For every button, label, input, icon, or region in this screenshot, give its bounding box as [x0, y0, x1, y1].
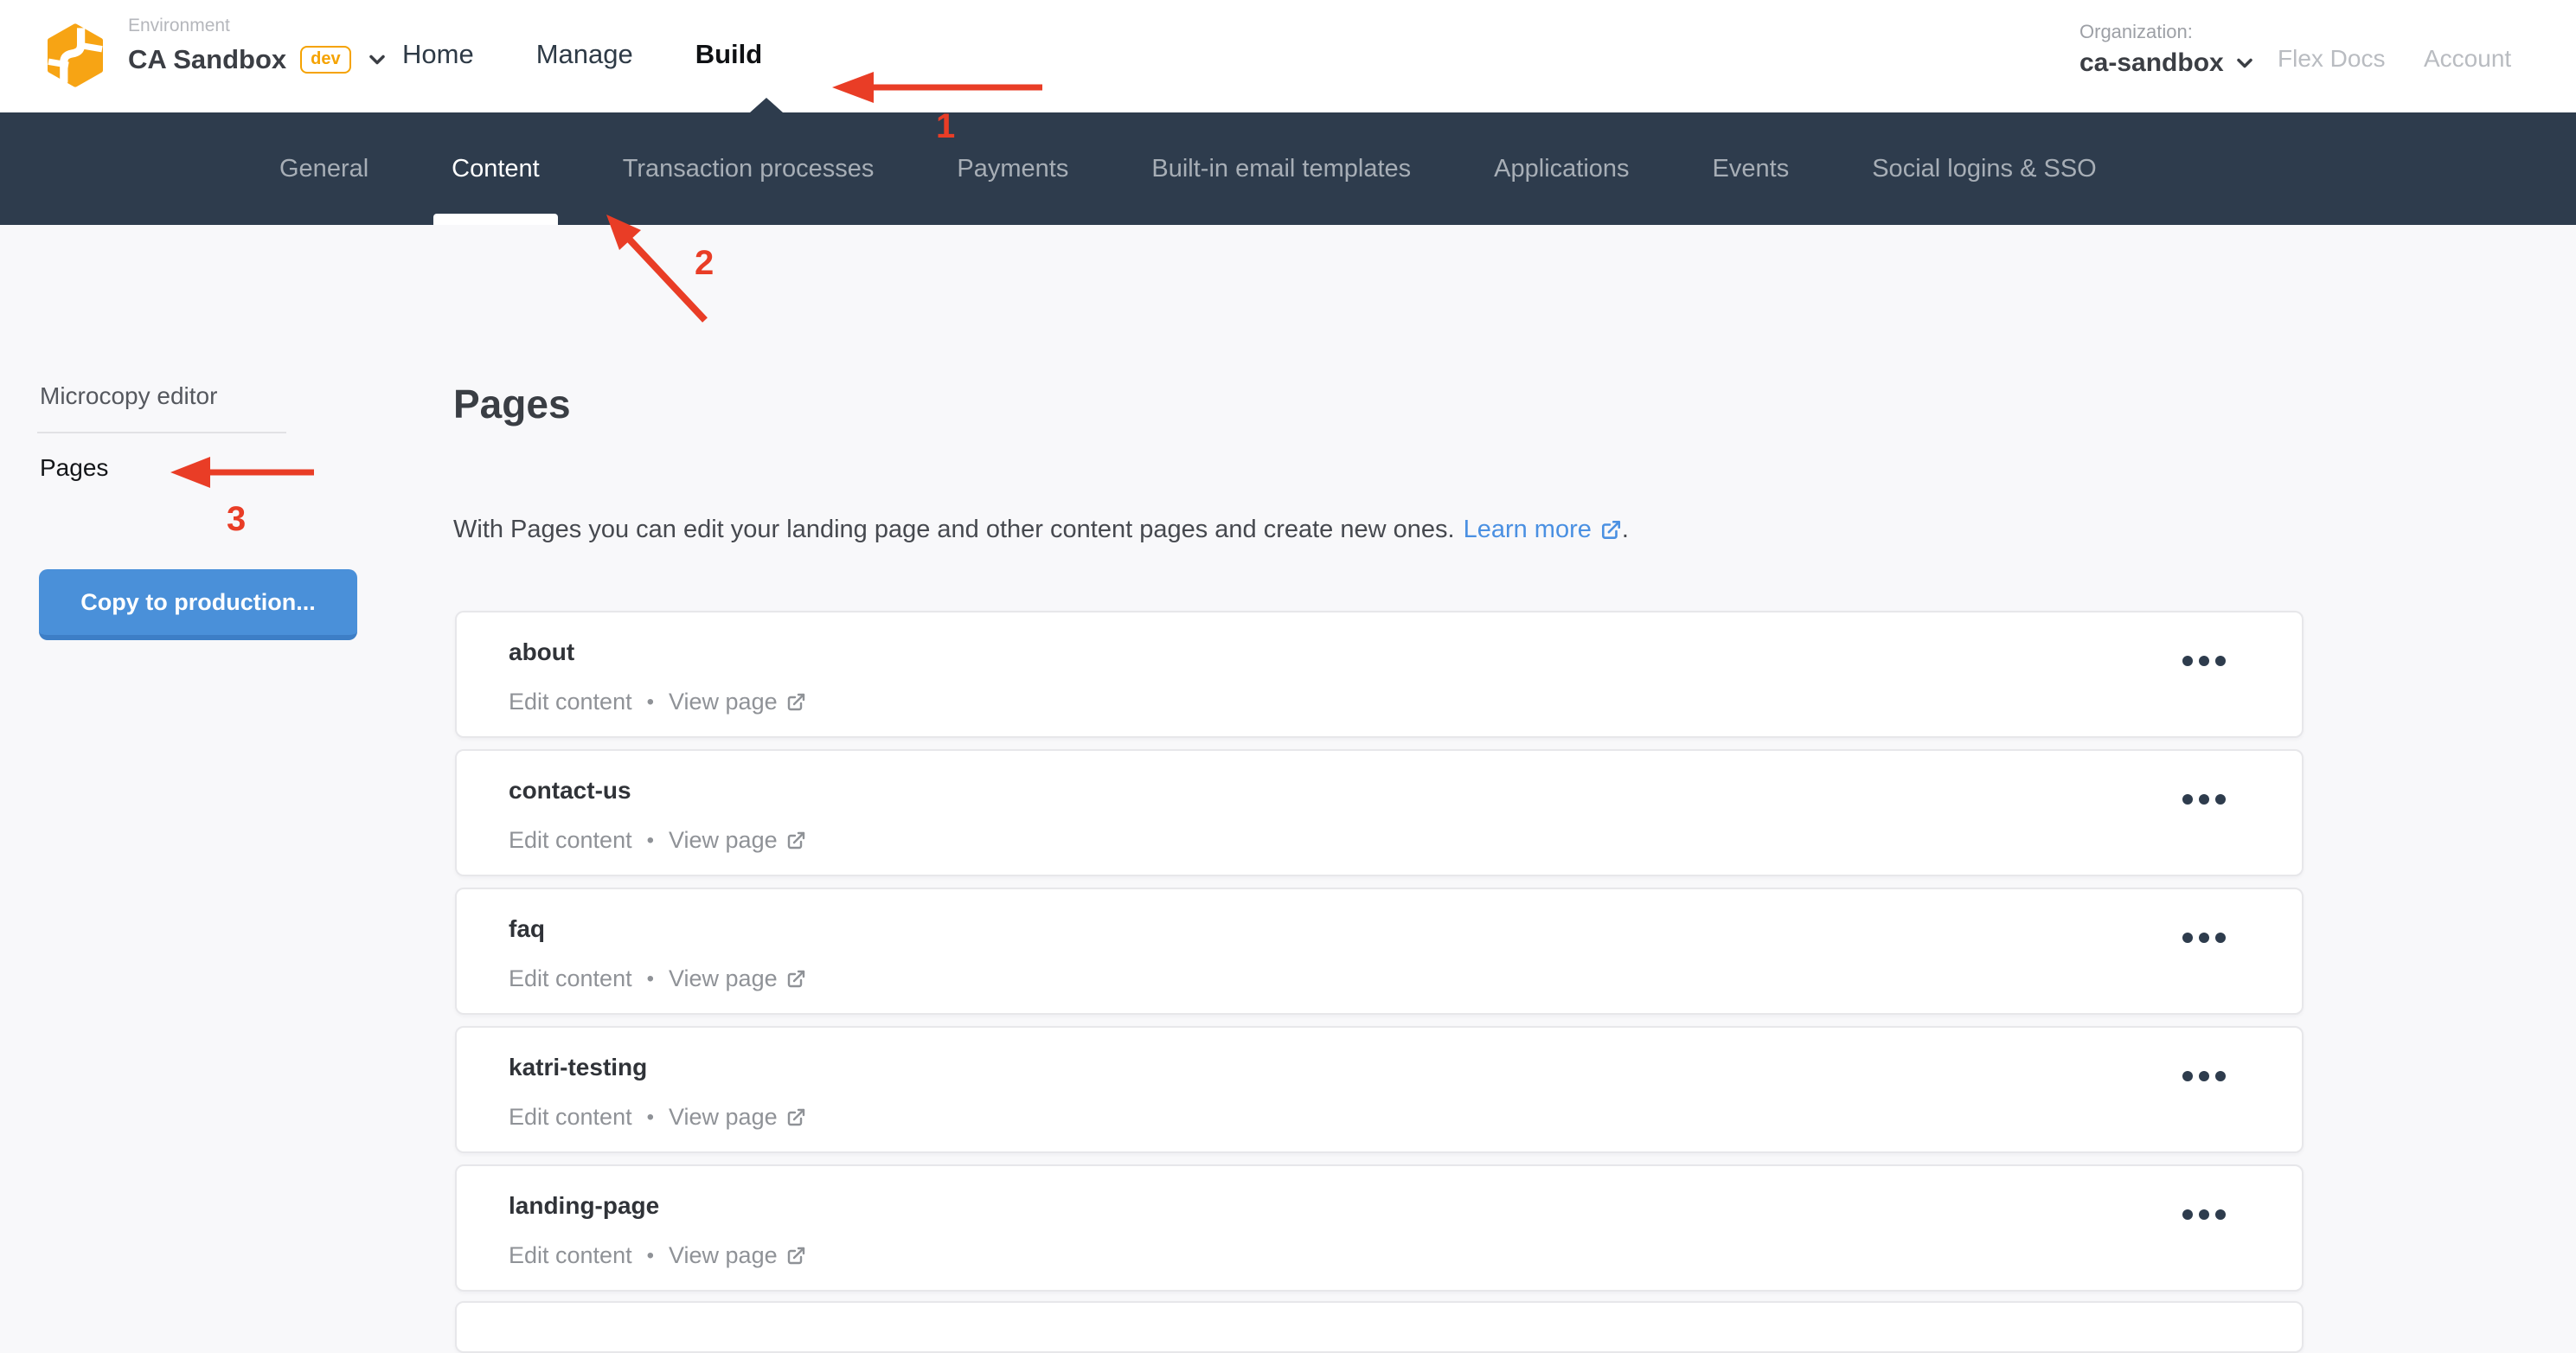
tab-content[interactable]: Content [452, 112, 540, 225]
page-card-partial [455, 1301, 2304, 1353]
view-page-link[interactable]: View page [669, 689, 806, 715]
page-name: katri-testing [509, 1054, 647, 1081]
top-header: Environment CA Sandbox dev Home Manage B… [0, 0, 2576, 112]
external-link-icon [785, 830, 806, 851]
organization-name: ca-sandbox [2079, 48, 2224, 78]
tab-events[interactable]: Events [1713, 112, 1790, 225]
page-card-contact-us: contact-us Edit content • View page [455, 749, 2304, 876]
link-separator: • [647, 690, 654, 715]
view-page-link[interactable]: View page [669, 827, 806, 854]
edit-content-link[interactable]: Edit content [509, 689, 632, 715]
link-separator: • [647, 967, 654, 991]
sharetribe-logo-icon [47, 22, 104, 88]
page-description: With Pages you can edit your landing pag… [453, 516, 1629, 544]
tab-general[interactable]: General [279, 112, 368, 225]
ellipsis-icon [2182, 933, 2193, 943]
view-page-link[interactable]: View page [669, 1104, 806, 1131]
edit-content-link[interactable]: Edit content [509, 1242, 632, 1269]
environment-label: Environment [128, 16, 389, 36]
organization-selector[interactable]: Organization: ca-sandbox [2079, 21, 2257, 78]
view-page-link[interactable]: View page [669, 965, 806, 992]
primary-nav: Home Manage Build [402, 0, 762, 109]
external-link-icon [1599, 519, 1622, 542]
tab-applications[interactable]: Applications [1494, 112, 1629, 225]
console-page: Environment CA Sandbox dev Home Manage B… [0, 0, 2576, 1305]
page-title: Pages [453, 381, 571, 427]
pages-list: about Edit content • View page contact-u… [455, 611, 2304, 1292]
tab-built-in-email-templates[interactable]: Built-in email templates [1151, 112, 1411, 225]
link-separator: • [647, 1244, 654, 1268]
copy-to-production-button[interactable]: Copy to production... [39, 569, 357, 640]
page-card-katri-testing: katri-testing Edit content • View page [455, 1026, 2304, 1153]
sidebar-divider [37, 432, 286, 433]
link-separator: • [647, 1106, 654, 1130]
card-menu-button[interactable] [2177, 789, 2231, 810]
card-menu-button[interactable] [2177, 1066, 2231, 1087]
card-menu-button[interactable] [2177, 927, 2231, 948]
chevron-down-icon [365, 48, 389, 72]
environment-name: CA Sandbox [128, 44, 286, 75]
tab-payments[interactable]: Payments [957, 112, 1068, 225]
learn-more-link[interactable]: Learn more [1464, 516, 1622, 544]
page-name: faq [509, 915, 545, 943]
build-subnav: General Content Transaction processes Pa… [0, 112, 2576, 225]
tab-transaction-processes[interactable]: Transaction processes [623, 112, 875, 225]
ellipsis-icon [2182, 1209, 2193, 1220]
page-card-about: about Edit content • View page [455, 611, 2304, 738]
page-name: contact-us [509, 777, 631, 805]
page-card-faq: faq Edit content • View page [455, 888, 2304, 1015]
environment-dev-badge: dev [300, 46, 350, 74]
environment-selector[interactable]: Environment CA Sandbox dev [128, 16, 389, 75]
external-link-icon [785, 969, 806, 990]
nav-item-home[interactable]: Home [402, 39, 474, 70]
page-name: landing-page [509, 1192, 659, 1220]
chevron-down-icon [2233, 51, 2257, 75]
edit-content-link[interactable]: Edit content [509, 1104, 632, 1131]
description-period: . [1622, 516, 1629, 544]
description-text: With Pages you can edit your landing pag… [453, 516, 1455, 544]
active-tab-indicator [433, 214, 558, 225]
sidebar-item-pages[interactable]: Pages [40, 454, 108, 482]
build-section-caret [750, 98, 783, 112]
edit-content-link[interactable]: Edit content [509, 965, 632, 992]
nav-item-manage[interactable]: Manage [536, 39, 633, 70]
ellipsis-icon [2182, 656, 2193, 666]
flex-docs-link[interactable]: Flex Docs [2278, 45, 2385, 73]
nav-item-build[interactable]: Build [695, 39, 763, 70]
card-menu-button[interactable] [2177, 651, 2231, 671]
external-link-icon [785, 692, 806, 713]
account-link[interactable]: Account [2424, 45, 2511, 73]
organization-label: Organization: [2079, 21, 2257, 43]
ellipsis-icon [2182, 1071, 2193, 1081]
ellipsis-icon [2182, 794, 2193, 805]
page-card-landing-page: landing-page Edit content • View page [455, 1164, 2304, 1292]
link-separator: • [647, 829, 654, 853]
external-link-icon [785, 1246, 806, 1266]
page-name: about [509, 638, 574, 666]
card-menu-button[interactable] [2177, 1204, 2231, 1225]
sidebar-item-microcopy-editor[interactable]: Microcopy editor [40, 382, 217, 410]
view-page-link[interactable]: View page [669, 1242, 806, 1269]
annotation-arrow-3 [158, 453, 323, 491]
tab-social-logins-sso[interactable]: Social logins & SSO [1872, 112, 2097, 225]
external-link-icon [785, 1107, 806, 1128]
edit-content-link[interactable]: Edit content [509, 827, 632, 854]
annotation-number-3: 3 [227, 500, 246, 539]
annotation-number-2: 2 [695, 244, 714, 283]
